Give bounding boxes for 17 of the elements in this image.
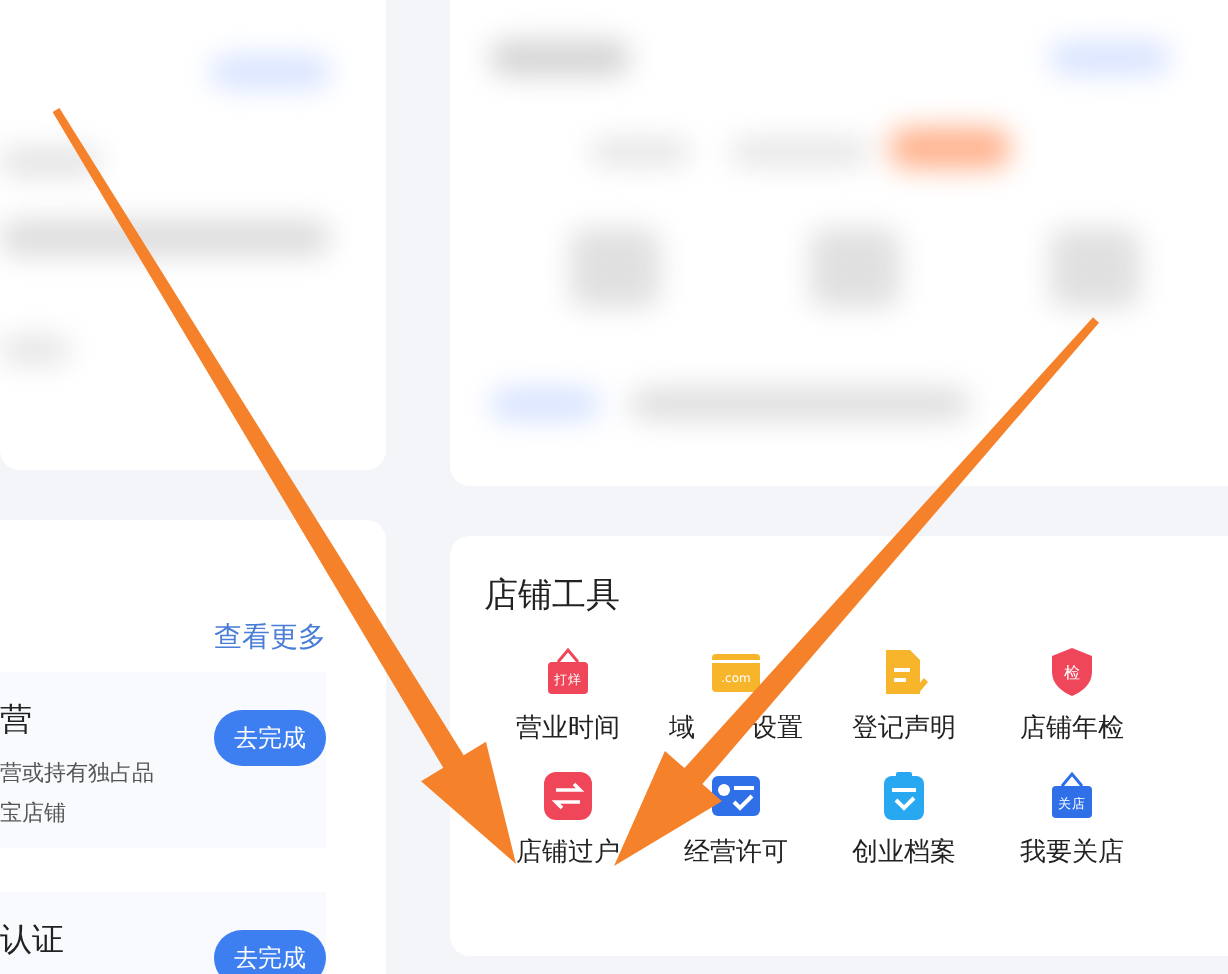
- shield-icon: 检: [1046, 646, 1098, 698]
- tool-label[interactable]: 域: [669, 710, 695, 746]
- complete-button[interactable]: 去完成: [214, 930, 326, 974]
- task-description: 宝店铺: [0, 798, 68, 830]
- task-description: 营或持有独占品: [0, 758, 154, 790]
- tool-label[interactable]: 登记声明: [852, 710, 956, 746]
- view-more-link[interactable]: 查看更多: [214, 620, 326, 656]
- task-title: 认证: [0, 920, 64, 962]
- tool-label[interactable]: 经营许可: [684, 834, 788, 870]
- section-title: 店铺工具: [484, 576, 620, 616]
- complete-button[interactable]: 去完成: [214, 710, 326, 766]
- tool-label[interactable]: 创业档案: [852, 834, 956, 870]
- tool-label[interactable]: 营业时间: [516, 710, 620, 746]
- tool-label[interactable]: 店铺年检: [1020, 710, 1124, 746]
- tool-label[interactable]: 店铺过户: [516, 834, 620, 870]
- tool-label[interactable]: 我要关店: [1020, 834, 1124, 870]
- task-title: 营: [0, 700, 34, 742]
